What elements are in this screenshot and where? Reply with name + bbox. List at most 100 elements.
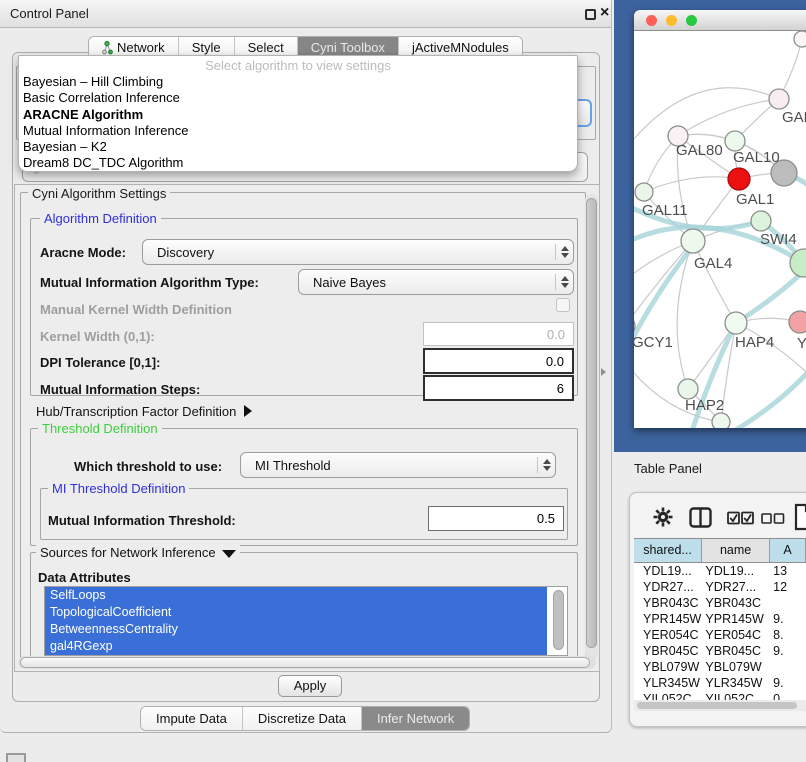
network-edge[interactable] [644, 177, 739, 192]
table-row[interactable]: YDL19...YDL19...13 [634, 563, 806, 579]
minimized-panel-grip[interactable] [6, 753, 26, 762]
table-row[interactable]: YLR345WYLR345W9. [634, 675, 806, 691]
close-window-icon[interactable] [646, 15, 657, 26]
network-graph [634, 31, 806, 428]
network-node[interactable] [712, 413, 730, 428]
network-node-gal4[interactable] [681, 229, 705, 253]
node-table[interactable]: shared...nameA YDL19...YDL19...13YDR27..… [634, 538, 806, 700]
manual-kernel-checkbox[interactable] [556, 298, 570, 312]
sources-toggle[interactable]: Sources for Network Inference [36, 545, 240, 560]
attribute-item-selected[interactable]: SelfLoops [45, 587, 547, 604]
mi-threshold-label: Mutual Information Threshold: [48, 513, 236, 528]
algorithm-option[interactable]: Dream8 DC_TDC Algorithm [19, 155, 577, 171]
new-table-icon[interactable] [794, 503, 806, 531]
algorithm-option[interactable]: Basic Correlation Inference [19, 90, 577, 106]
tab-discretize-data[interactable]: Discretize Data [242, 707, 361, 730]
network-node-swi4[interactable] [751, 211, 771, 231]
node-label-gal4: GAL4 [694, 255, 732, 272]
dpi-tolerance-label: DPI Tolerance [0,1]: [40, 355, 160, 370]
float-panel-icon[interactable] [585, 9, 596, 20]
tab-infer-network[interactable]: Infer Network [361, 707, 469, 730]
hub-definition-label: Hub/Transcription Factor Definition [36, 404, 236, 419]
zoom-window-icon[interactable] [686, 15, 697, 26]
table-cell: 9. [770, 675, 806, 691]
mi-steps-input[interactable]: 6 [423, 375, 574, 401]
column-header-a[interactable]: A [770, 539, 806, 562]
table-cell: YLR345W [634, 675, 702, 691]
table-row[interactable]: YBR043CYBR043C [634, 595, 806, 611]
table-horizontal-scrollbar[interactable] [634, 700, 806, 711]
control-panel-titlebar: Control Panel × [0, 0, 611, 28]
algorithm-option[interactable]: Bayesian – K2 [19, 139, 577, 155]
attribute-item-selected[interactable]: BetweennessCentrality [45, 621, 547, 638]
dpi-tolerance-input[interactable]: 0.0 [423, 348, 574, 374]
mi-steps-label: Mutual Information Steps: [40, 382, 200, 397]
minimize-window-icon[interactable] [666, 15, 677, 26]
network-edge[interactable] [678, 99, 779, 136]
data-attributes-list[interactable]: SelfLoopsTopologicalCoefficientBetweenne… [44, 586, 568, 656]
network-node-gal11[interactable] [635, 183, 653, 201]
node-label-gcy1: GCY1 [634, 334, 673, 351]
network-node-gal[interactable] [769, 89, 789, 109]
algorithm-option[interactable]: Mutual Information Inference [19, 123, 577, 139]
table-cell: YER054C [634, 627, 702, 643]
table-row[interactable]: YER054CYER054C8. [634, 627, 806, 643]
network-edge[interactable] [693, 241, 736, 323]
network-node-gal1[interactable] [728, 168, 750, 190]
network-node-hap4[interactable] [725, 312, 747, 334]
tab-label: Network [117, 40, 165, 55]
tab-label: jActiveMNodules [412, 40, 509, 55]
mi-type-value: Naive Bayes [299, 275, 555, 290]
network-node[interactable] [790, 249, 806, 277]
attribute-item-selected[interactable]: TopologicalCoefficient [45, 604, 547, 621]
table-cell: YLR345W [702, 675, 770, 691]
network-node[interactable] [794, 31, 806, 47]
apply-button[interactable]: Apply [278, 675, 342, 697]
splitter-arrow-icon[interactable] [601, 368, 606, 376]
attribute-item-selected[interactable]: gal4RGexp [45, 638, 547, 655]
table-row[interactable]: YDR27...YDR27...12 [634, 579, 806, 595]
which-threshold-select[interactable]: MI Threshold [240, 452, 556, 478]
attributes-scrollbar[interactable] [553, 590, 564, 650]
control-panel-window: Control Panel × NetworkStyleSelectCyni T… [0, 0, 612, 733]
table-panel-title: Table Panel [634, 461, 702, 476]
table-cell: YDL19... [634, 563, 702, 579]
close-panel-icon[interactable]: × [600, 4, 609, 22]
algorithm-option[interactable]: ARACNE Algorithm [19, 107, 577, 123]
stepper-arrows-icon [555, 244, 573, 261]
select-all-icon[interactable] [727, 511, 755, 525]
tab-label: Select [248, 40, 284, 55]
table-row[interactable]: YBL079WYBL079W [634, 659, 806, 675]
aracne-mode-select[interactable]: Discovery [142, 239, 574, 265]
network-edge-thick[interactable] [734, 363, 806, 428]
table-row[interactable]: YPR145WYPR145W9. [634, 611, 806, 627]
table-scrollbar-thumb[interactable] [637, 702, 797, 709]
deselect-all-icon[interactable] [761, 513, 785, 524]
mi-threshold-title: MI Threshold Definition [48, 481, 189, 496]
table-cell: YPR145W [634, 611, 702, 627]
network-node-y[interactable] [789, 311, 806, 333]
node-label-y: Y [797, 335, 806, 352]
column-header-shared[interactable]: shared... [634, 539, 702, 562]
network-node-gal10[interactable] [725, 131, 745, 151]
which-threshold-value: MI Threshold [241, 458, 537, 473]
algorithm-option[interactable]: Bayesian – Hill Climbing [19, 74, 577, 90]
mi-threshold-input[interactable]: 0.5 [428, 506, 564, 531]
table-cell: 13 [770, 563, 806, 579]
gear-icon[interactable] [653, 507, 673, 527]
table-row[interactable]: YIL052CYIL052C0. [634, 691, 806, 700]
tab-impute-data[interactable]: Impute Data [141, 707, 242, 730]
cyni-settings-title: Cyni Algorithm Settings [28, 186, 170, 201]
manual-kernel-label: Manual Kernel Width Definition [40, 302, 232, 317]
network-node-hap2[interactable] [678, 379, 698, 399]
kernel-width-input[interactable]: 0.0 [423, 322, 574, 346]
table-row[interactable]: YBR045CYBR045C9. [634, 643, 806, 659]
table-cell: 0. [770, 691, 806, 700]
column-header-name[interactable]: name [702, 539, 770, 562]
hub-definition-toggle[interactable]: Hub/Transcription Factor Definition [36, 404, 252, 419]
columns-icon[interactable] [689, 507, 712, 528]
settings-vertical-scrollbar-thumb[interactable] [586, 198, 597, 648]
mi-type-select[interactable]: Naive Bayes [298, 269, 574, 295]
network-canvas[interactable]: GALGAL80GAL10GAL1GAL11SWI4GAL4GCY1HAP4YH… [634, 31, 806, 428]
settings-horizontal-scrollbar-thumb[interactable] [20, 657, 590, 668]
